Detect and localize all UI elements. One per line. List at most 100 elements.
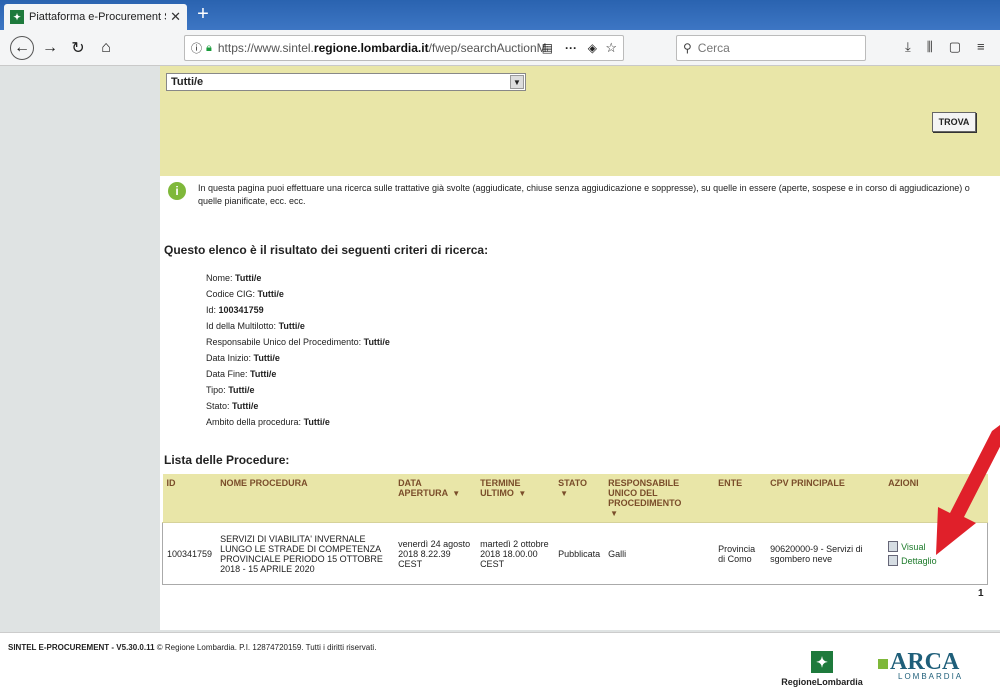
col-data-apertura[interactable]: DATA APERTURA ▼ bbox=[394, 474, 477, 523]
cell-nome: SERVIZI DI VIABILITA' INVERNALE LUNGO LE… bbox=[216, 522, 395, 585]
browser-tab[interactable]: ✦ Piattaforma e-Procurement Si ✕ bbox=[4, 4, 187, 30]
list-title: Lista delle Procedure: bbox=[164, 453, 290, 467]
criteria-value: Tutti/e bbox=[363, 337, 390, 347]
menu-icon[interactable]: ≡ bbox=[977, 39, 985, 55]
red-arrow-annotation bbox=[936, 425, 1000, 555]
criteria-row: Id della Multilotto: Tutti/e bbox=[206, 318, 390, 334]
table-row: 100341759 SERVIZI DI VIABILITA' INVERNAL… bbox=[162, 522, 988, 585]
footer-brand: SINTEL E-PROCUREMENT - V5.30.0.11 bbox=[8, 643, 155, 652]
pocket-icon[interactable]: ◈ bbox=[588, 41, 597, 55]
back-button[interactable]: ← bbox=[10, 35, 34, 60]
footer: SINTEL E-PROCUREMENT - V5.30.0.11 © Regi… bbox=[0, 632, 1000, 693]
col-nome: NOME PROCEDURA bbox=[216, 474, 395, 523]
sort-icon: ▼ bbox=[560, 489, 568, 498]
procedures-table: ID NOME PROCEDURA DATA APERTURA ▼ TERMIN… bbox=[162, 474, 988, 585]
cell-cpv: 90620000-9 - Servizi di sgombero neve bbox=[766, 522, 885, 585]
footer-copyright: © Regione Lombardia. P.I. 12874720159. T… bbox=[154, 643, 377, 652]
info-text: In questa pagina puoi effettuare una ric… bbox=[198, 183, 970, 206]
bookmark-star-icon[interactable]: ☆ bbox=[605, 40, 617, 56]
page-content: Tutti/e ▼ TROVA i In questa pagina puoi … bbox=[160, 66, 1000, 630]
criteria-value: Tutti/e bbox=[235, 273, 262, 283]
sort-icon: ▼ bbox=[610, 509, 619, 518]
page-actions-icon[interactable]: ··· bbox=[565, 41, 577, 55]
home-button[interactable]: ⌂ bbox=[94, 36, 118, 60]
document-icon bbox=[888, 555, 899, 566]
sort-icon: ▼ bbox=[518, 489, 527, 498]
chevron-down-icon[interactable]: ▼ bbox=[510, 75, 524, 89]
sort-icon: ▼ bbox=[452, 489, 461, 498]
document-icon bbox=[888, 541, 899, 552]
lock-icon: 🔒︎ bbox=[206, 41, 212, 54]
criteria-label: Id della Multilotto: bbox=[206, 321, 277, 331]
browser-navbar: ← → ↻ ⌂ ⓘ 🔒︎ https://www.sintel.regione.… bbox=[0, 30, 1000, 66]
criteria-value: Tutti/e bbox=[278, 321, 305, 331]
criteria-label: Id: bbox=[206, 305, 217, 315]
criteria-row: Id: 100341759 bbox=[206, 302, 390, 318]
browser-tabbar: ✦ Piattaforma e-Procurement Si ✕ + bbox=[0, 0, 1000, 30]
arca-square-icon bbox=[878, 659, 888, 669]
footer-text: SINTEL E-PROCUREMENT - V5.30.0.11 © Regi… bbox=[8, 643, 376, 652]
criteria-value: Tutti/e bbox=[232, 401, 259, 411]
cell-id: 100341759 bbox=[162, 522, 217, 585]
criteria-value: Tutti/e bbox=[250, 369, 277, 379]
criteria-row: Codice CIG: Tutti/e bbox=[206, 286, 390, 302]
sidebar-icon[interactable]: ▢ bbox=[949, 39, 961, 55]
search-button[interactable]: TROVA bbox=[932, 112, 976, 132]
criteria-row: Responsabile Unico del Procedimento: Tut… bbox=[206, 334, 390, 350]
url-bar[interactable]: ⓘ 🔒︎ https://www.sintel.regione.lombardi… bbox=[184, 35, 624, 61]
criteria-row: Stato: Tutti/e bbox=[206, 398, 390, 414]
cell-termine-ultimo: martedì 2 ottobre 2018 18.00.00 CEST bbox=[476, 522, 555, 585]
reader-view-icon[interactable]: ▤ bbox=[542, 41, 553, 55]
forward-button[interactable]: → bbox=[38, 36, 62, 60]
new-tab-button[interactable]: + bbox=[192, 4, 214, 26]
criteria-label: Stato: bbox=[206, 401, 230, 411]
library-icon[interactable]: ⫼ bbox=[927, 39, 933, 55]
criteria-row: Data Inizio: Tutti/e bbox=[206, 350, 390, 366]
col-cpv: CPV PRINCIPALE bbox=[766, 474, 885, 523]
arca-logo: ARCA LOMBARDIA bbox=[878, 649, 988, 681]
search-placeholder: Cerca bbox=[697, 41, 730, 55]
search-input[interactable]: ⚲ Cerca bbox=[676, 35, 866, 61]
cell-data-apertura: venerdì 24 agosto 2018 8.22.39 CEST bbox=[394, 522, 477, 585]
info-message: i In questa pagina puoi effettuare una r… bbox=[168, 182, 988, 208]
filter-panel: Tutti/e ▼ TROVA bbox=[160, 66, 1000, 176]
toolbar-icons: ⤓ ⫼ ▢ ≡ bbox=[905, 39, 985, 55]
arca-sub-label: LOMBARDIA bbox=[898, 672, 964, 681]
criteria-label: Ambito della procedura: bbox=[206, 417, 302, 427]
tab-title: Piattaforma e-Procurement Si bbox=[29, 11, 167, 23]
url-text: https://www.sintel.regione.lombardia.it/… bbox=[217, 41, 548, 55]
criteria-label: Nome: bbox=[206, 273, 233, 283]
criteria-label: Data Fine: bbox=[206, 369, 248, 379]
site-favicon-icon: ✦ bbox=[10, 10, 24, 24]
criteria-row: Data Fine: Tutti/e bbox=[206, 366, 390, 382]
col-stato[interactable]: STATO ▼ bbox=[554, 474, 605, 523]
col-termine-ultimo[interactable]: TERMINE ULTIMO ▼ bbox=[476, 474, 555, 523]
col-id: ID bbox=[162, 474, 217, 523]
site-info-icon[interactable]: ⓘ bbox=[191, 40, 202, 56]
page-number[interactable]: 1 bbox=[978, 588, 984, 599]
criteria-value: Tutti/e bbox=[228, 385, 255, 395]
download-icon[interactable]: ⤓ bbox=[905, 39, 911, 55]
table-header-row: ID NOME PROCEDURA DATA APERTURA ▼ TERMIN… bbox=[162, 474, 988, 523]
regione-lombardia-label: RegioneLombardia bbox=[781, 677, 863, 687]
criteria-label: Data Inizio: bbox=[206, 353, 252, 363]
search-icon: ⚲ bbox=[683, 41, 692, 55]
regione-lombardia-mark-icon: ✦ bbox=[811, 651, 833, 673]
regione-lombardia-logo: ✦ RegioneLombardia bbox=[772, 651, 872, 687]
col-responsabile[interactable]: RESPONSABILE UNICO DEL PROCEDIMENTO ▼ bbox=[604, 474, 715, 523]
criteria-value: 100341759 bbox=[218, 305, 264, 315]
cell-responsabile: Galli bbox=[604, 522, 715, 585]
criteria-row: Ambito della procedura: Tutti/e bbox=[206, 414, 390, 430]
criteria-value: Tutti/e bbox=[303, 417, 330, 427]
cell-stato: Pubblicata bbox=[554, 522, 605, 585]
criteria-label: Codice CIG: bbox=[206, 289, 256, 299]
filter-select[interactable]: Tutti/e ▼ bbox=[166, 73, 526, 91]
close-tab-icon[interactable]: ✕ bbox=[170, 9, 181, 25]
col-ente: ENTE bbox=[714, 474, 767, 523]
criteria-label: Tipo: bbox=[206, 385, 226, 395]
criteria-row: Tipo: Tutti/e bbox=[206, 382, 390, 398]
info-icon: i bbox=[168, 182, 186, 200]
reload-button[interactable]: ↻ bbox=[66, 36, 90, 60]
criteria-list: Nome: Tutti/e Codice CIG: Tutti/e Id: 1003… bbox=[206, 270, 390, 430]
cell-ente: Provincia di Como bbox=[714, 522, 767, 585]
